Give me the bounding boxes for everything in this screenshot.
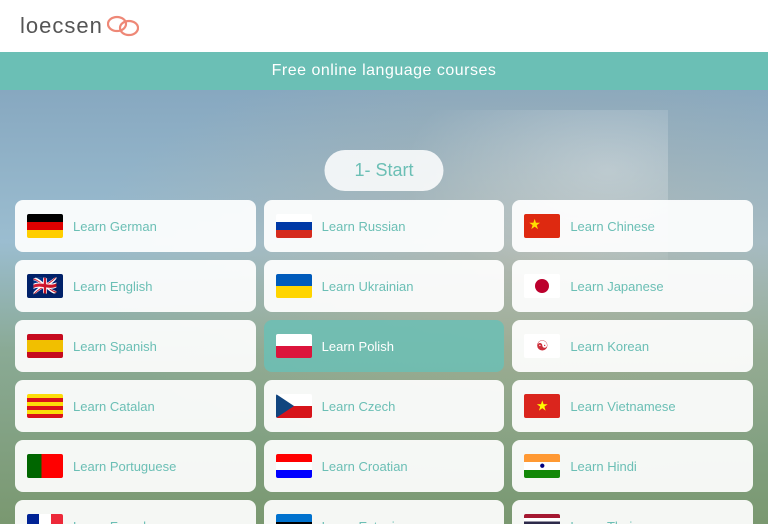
course-label-jp: Learn Japanese	[570, 279, 663, 294]
banner: Free online language courses	[0, 52, 768, 90]
course-ru[interactable]: Learn Russian	[264, 200, 505, 252]
flag-es	[27, 334, 63, 358]
flag-ca	[27, 394, 63, 418]
course-pt[interactable]: Learn Portuguese	[15, 440, 256, 492]
flag-jp	[524, 274, 560, 298]
banner-text: Free online language courses	[272, 62, 497, 80]
course-th[interactable]: Learn Thai	[512, 500, 753, 524]
course-label-gb: Learn English	[73, 279, 153, 294]
header: loecsen	[0, 0, 768, 52]
logo: loecsen	[20, 13, 139, 39]
course-fr[interactable]: Learn French	[15, 500, 256, 524]
logo-text: loecsen	[20, 13, 103, 39]
course-label-et: Learn Estonian	[322, 519, 409, 524]
course-label-ru: Learn Russian	[322, 219, 406, 234]
course-label-in: Learn Hindi	[570, 459, 637, 474]
flag-vn	[524, 394, 560, 418]
course-ua[interactable]: Learn Ukrainian	[264, 260, 505, 312]
course-ca[interactable]: Learn Catalan	[15, 380, 256, 432]
course-gb[interactable]: Learn English	[15, 260, 256, 312]
course-vn[interactable]: Learn Vietnamese	[512, 380, 753, 432]
flag-ua	[276, 274, 312, 298]
flag-th	[524, 514, 560, 524]
logo-icon	[107, 15, 139, 37]
course-de[interactable]: Learn German	[15, 200, 256, 252]
flag-ru	[276, 214, 312, 238]
course-cz[interactable]: Learn Czech	[264, 380, 505, 432]
course-label-de: Learn German	[73, 219, 157, 234]
flag-fr	[27, 514, 63, 524]
course-et[interactable]: Learn Estonian	[264, 500, 505, 524]
flag-cn	[524, 214, 560, 238]
course-label-kr: Learn Korean	[570, 339, 649, 354]
course-label-es: Learn Spanish	[73, 339, 157, 354]
flag-in	[524, 454, 560, 478]
course-label-pt: Learn Portuguese	[73, 459, 176, 474]
course-pl[interactable]: Learn Polish	[264, 320, 505, 372]
flag-pl	[276, 334, 312, 358]
flag-de	[27, 214, 63, 238]
course-jp[interactable]: Learn Japanese	[512, 260, 753, 312]
course-kr[interactable]: Learn Korean	[512, 320, 753, 372]
course-es[interactable]: Learn Spanish	[15, 320, 256, 372]
course-label-hr: Learn Croatian	[322, 459, 408, 474]
course-in[interactable]: Learn Hindi	[512, 440, 753, 492]
course-hr[interactable]: Learn Croatian	[264, 440, 505, 492]
course-label-ua: Learn Ukrainian	[322, 279, 414, 294]
flag-et	[276, 514, 312, 524]
flag-hr	[276, 454, 312, 478]
course-label-pl: Learn Polish	[322, 339, 394, 354]
start-label: 1- Start	[324, 150, 443, 191]
flag-cz	[276, 394, 312, 418]
course-label-cn: Learn Chinese	[570, 219, 655, 234]
flag-gb	[27, 274, 63, 298]
course-label-vn: Learn Vietnamese	[570, 399, 675, 414]
course-label-ca: Learn Catalan	[73, 399, 155, 414]
course-label-fr: Learn French	[73, 519, 150, 524]
courses-grid: Learn German Learn Russian Learn Chinese Le…	[15, 200, 753, 524]
flag-pt	[27, 454, 63, 478]
main-content: 1- Start Learn GermanLearn RussianLearn …	[0, 90, 768, 524]
flag-kr	[524, 334, 560, 358]
course-cn[interactable]: Learn Chinese	[512, 200, 753, 252]
course-label-cz: Learn Czech	[322, 399, 396, 414]
course-label-th: Learn Thai	[570, 519, 632, 524]
